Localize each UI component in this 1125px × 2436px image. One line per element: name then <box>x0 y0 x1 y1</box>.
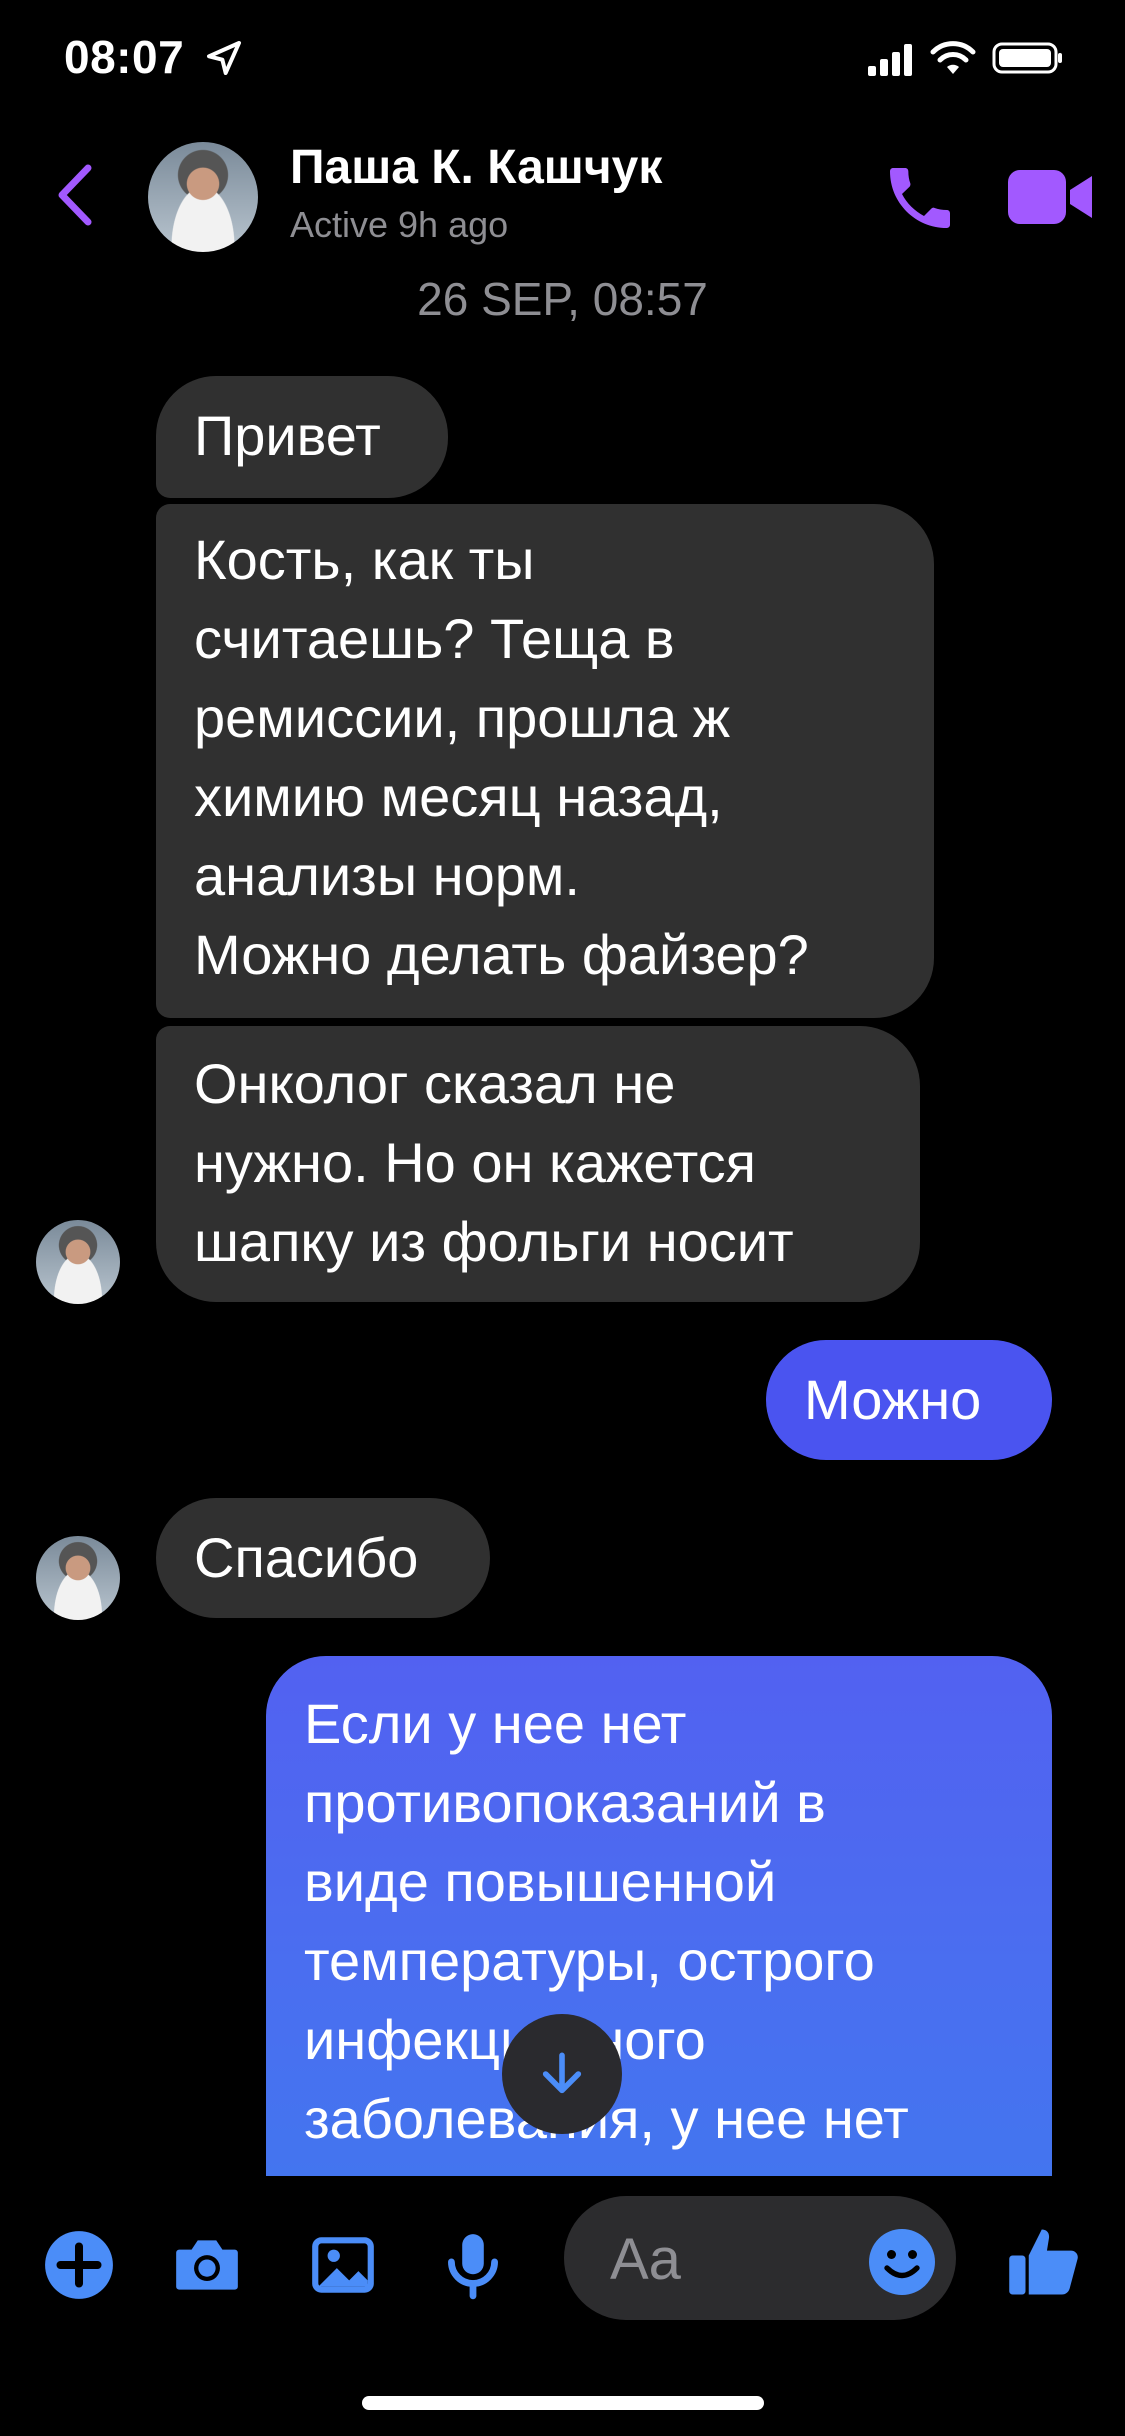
incoming-message-bubble[interactable]: Кость, как ты считаешь? Теща в ремиссии,… <box>156 504 934 1018</box>
plus-icon[interactable] <box>42 2228 116 2302</box>
gallery-icon[interactable] <box>306 2228 380 2302</box>
incoming-message-bubble[interactable]: Онколог сказал не нужно. Но он кажется ш… <box>156 1026 920 1302</box>
sender-avatar[interactable] <box>36 1536 120 1620</box>
outgoing-message-bubble[interactable]: Можно <box>766 1340 1052 1460</box>
phone-icon[interactable] <box>880 158 960 238</box>
video-camera-icon[interactable] <box>1006 164 1096 230</box>
cellular-signal-icon <box>868 44 912 76</box>
emoji-icon[interactable] <box>866 2226 938 2298</box>
thumbs-up-icon[interactable] <box>1006 2222 1084 2302</box>
home-indicator <box>362 2396 764 2410</box>
scroll-to-bottom-button[interactable] <box>502 2014 622 2134</box>
wifi-icon <box>930 41 976 74</box>
incoming-message-bubble[interactable]: Спасибо <box>156 1498 490 1618</box>
battery-icon <box>992 42 1062 74</box>
message-input-placeholder: Aa <box>610 2227 681 2292</box>
sender-avatar[interactable] <box>36 1220 120 1304</box>
status-time: 08:07 <box>64 31 185 83</box>
location-arrow-icon <box>207 41 241 75</box>
conversation-timestamp: 26 SEP, 08:57 <box>417 273 708 325</box>
incoming-message-bubble[interactable]: Привет <box>156 376 448 498</box>
contact-name[interactable]: Паша К. Кашчук <box>290 140 662 195</box>
arrow-down-icon <box>542 2052 582 2094</box>
outgoing-message-bubble[interactable]: Если у нее нет противопоказаний в виде п… <box>266 1656 1052 2176</box>
contact-activity-status: Active 9h ago <box>290 204 509 245</box>
back-chevron-icon[interactable] <box>50 160 100 230</box>
microphone-icon[interactable] <box>436 2228 510 2302</box>
camera-icon[interactable] <box>170 2228 244 2302</box>
contact-avatar[interactable] <box>148 142 258 252</box>
